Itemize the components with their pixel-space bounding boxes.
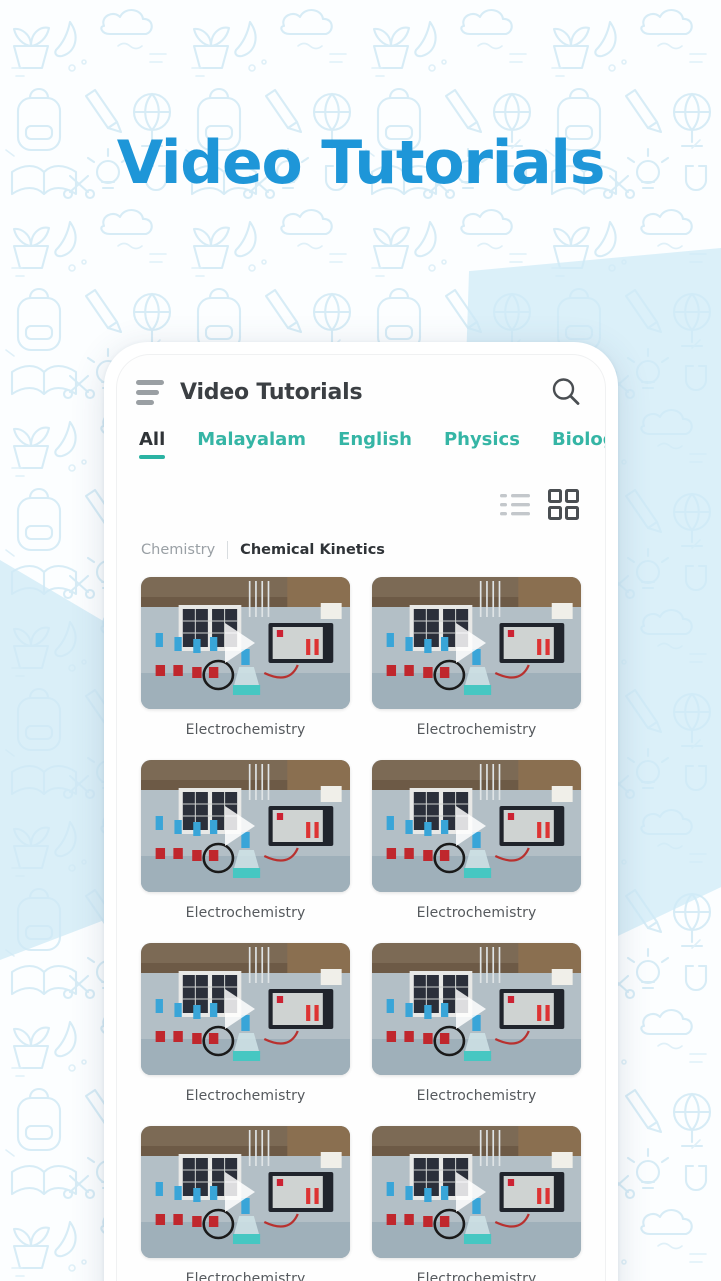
screenshot-root: Video Tutorials Video Tutorials All Mala…: [0, 0, 721, 1281]
page-title: Video Tutorials: [116, 128, 606, 198]
video-title: Electrochemistry: [185, 905, 306, 921]
video-thumbnail[interactable]: [372, 760, 581, 892]
app-bar: Video Tutorials: [117, 355, 605, 429]
video-thumbnail[interactable]: [372, 943, 581, 1075]
app-bar-title: Video Tutorials: [180, 379, 363, 405]
breadcrumb: Chemistry Chemical Kinetics: [117, 525, 605, 559]
video-title: Electrochemistry: [416, 722, 537, 738]
video-card[interactable]: Electrochemistry: [141, 1126, 350, 1281]
category-tabs[interactable]: All Malayalam English Physics Biology: [117, 429, 605, 475]
tab-all[interactable]: All: [139, 429, 166, 459]
video-card[interactable]: Electrochemistry: [141, 577, 350, 738]
play-icon[interactable]: [455, 806, 486, 846]
list-view-icon[interactable]: [500, 492, 530, 523]
video-card[interactable]: Electrochemistry: [372, 760, 581, 921]
video-grid: Electrochemistry Electrochemistry Electr…: [117, 559, 605, 1281]
video-card[interactable]: Electrochemistry: [372, 577, 581, 738]
video-card[interactable]: Electrochemistry: [141, 943, 350, 1104]
breadcrumb-parent[interactable]: Chemistry: [141, 542, 215, 558]
video-title: Electrochemistry: [185, 1088, 306, 1104]
video-thumbnail[interactable]: [141, 943, 350, 1075]
hamburger-menu-icon[interactable]: [136, 379, 164, 405]
video-thumbnail[interactable]: [372, 1126, 581, 1258]
video-title: Electrochemistry: [185, 1271, 306, 1281]
video-thumbnail[interactable]: [372, 577, 581, 709]
video-title: Electrochemistry: [416, 905, 537, 921]
breadcrumb-separator: [227, 541, 229, 559]
video-card[interactable]: Electrochemistry: [372, 943, 581, 1104]
video-thumbnail[interactable]: [141, 1126, 350, 1258]
phone-mockup: Video Tutorials All Malayalam English Ph…: [104, 342, 618, 1281]
play-icon[interactable]: [224, 1172, 255, 1212]
video-title: Electrochemistry: [185, 722, 306, 738]
tab-english[interactable]: English: [338, 429, 412, 459]
play-icon[interactable]: [224, 806, 255, 846]
phone-screen: Video Tutorials All Malayalam English Ph…: [116, 354, 606, 1281]
breadcrumb-current: Chemical Kinetics: [240, 542, 385, 558]
video-card[interactable]: Electrochemistry: [372, 1126, 581, 1281]
video-title: Electrochemistry: [416, 1271, 537, 1281]
play-icon[interactable]: [455, 989, 486, 1029]
grid-view-icon[interactable]: [548, 489, 579, 525]
play-icon[interactable]: [455, 1172, 486, 1212]
tab-biology[interactable]: Biology: [552, 429, 605, 459]
tab-malayalam[interactable]: Malayalam: [197, 429, 306, 459]
search-icon[interactable]: [549, 375, 583, 409]
video-thumbnail[interactable]: [141, 760, 350, 892]
play-icon[interactable]: [455, 623, 486, 663]
view-toggle: [117, 475, 605, 525]
video-thumbnail[interactable]: [141, 577, 350, 709]
video-title: Electrochemistry: [416, 1088, 537, 1104]
video-card[interactable]: Electrochemistry: [141, 760, 350, 921]
tab-physics[interactable]: Physics: [444, 429, 520, 459]
play-icon[interactable]: [224, 989, 255, 1029]
play-icon[interactable]: [224, 623, 255, 663]
